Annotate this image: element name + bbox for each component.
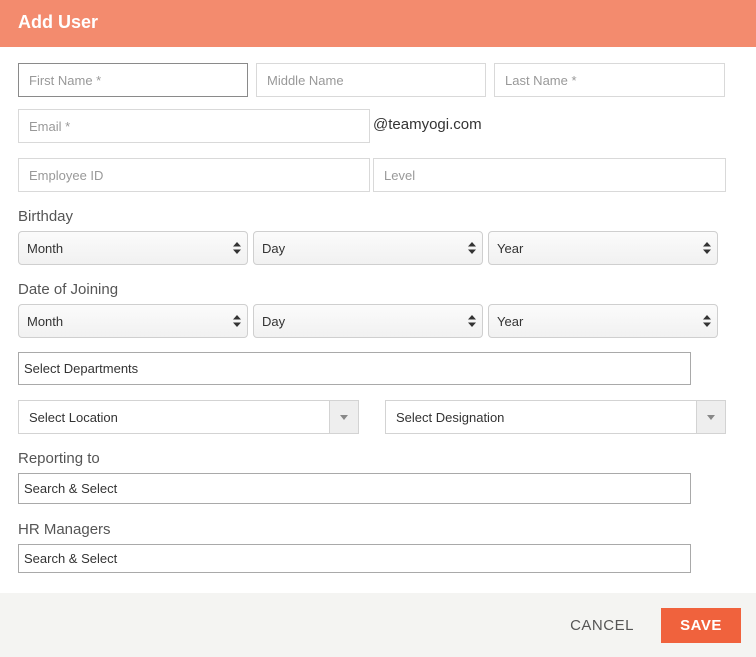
reporting-label: Reporting to [18, 450, 100, 467]
employee-id-placeholder: Employee ID [29, 167, 104, 183]
designation-dropdown-button[interactable] [696, 401, 725, 433]
departments-select[interactable]: Select Departments [18, 352, 691, 385]
level-placeholder: Level [384, 167, 416, 183]
location-placeholder: Select Location [29, 409, 118, 425]
email-domain-suffix: @teamyogi.com [373, 116, 482, 133]
middle-name-placeholder: Middle Name [267, 72, 344, 88]
cancel-button[interactable]: CANCEL [562, 607, 642, 643]
departments-placeholder: Select Departments [24, 361, 139, 376]
select-arrows-icon [468, 315, 476, 327]
joining-year-value: Year [497, 313, 524, 329]
select-arrows-icon [703, 242, 711, 254]
caret-down-icon [707, 414, 715, 420]
reporting-search-select[interactable]: Search & Select [18, 473, 691, 504]
select-arrows-icon [233, 315, 241, 327]
joining-month-select[interactable]: Month [18, 304, 248, 338]
location-select[interactable]: Select Location [18, 400, 359, 434]
birthday-month-value: Month [27, 240, 64, 256]
birthday-day-value: Day [262, 240, 286, 256]
joining-day-value: Day [262, 313, 286, 329]
caret-down-icon [340, 414, 348, 420]
joining-day-select[interactable]: Day [253, 304, 483, 338]
joining-month-value: Month [27, 313, 64, 329]
last-name-field[interactable]: Last Name * [494, 63, 725, 97]
dialog-footer: CANCEL SAVE [0, 593, 756, 657]
select-arrows-icon [233, 242, 241, 254]
hr-managers-placeholder: Search & Select [24, 551, 118, 566]
birthday-label: Birthday [18, 208, 74, 225]
dialog-title: Add User [18, 12, 99, 32]
dialog-header: Add User [0, 0, 756, 47]
birthday-month-select[interactable]: Month [18, 231, 248, 265]
birthday-day-select[interactable]: Day [253, 231, 483, 265]
designation-placeholder: Select Designation [396, 409, 505, 425]
designation-select[interactable]: Select Designation [385, 400, 726, 434]
select-arrows-icon [703, 315, 711, 327]
save-button[interactable]: SAVE [661, 608, 741, 643]
first-name-field[interactable]: First Name * [18, 63, 248, 97]
joining-year-select[interactable]: Year [488, 304, 718, 338]
hr-managers-search-select[interactable]: Search & Select [18, 544, 691, 573]
email-field[interactable]: Email * [18, 109, 370, 143]
first-name-placeholder: First Name * [29, 72, 102, 88]
employee-id-field[interactable]: Employee ID [18, 158, 370, 192]
reporting-placeholder: Search & Select [24, 481, 118, 496]
birthday-year-value: Year [497, 240, 524, 256]
level-field[interactable]: Level [373, 158, 726, 192]
last-name-placeholder: Last Name * [505, 72, 577, 88]
email-placeholder: Email * [29, 118, 71, 134]
birthday-year-select[interactable]: Year [488, 231, 718, 265]
select-arrows-icon [468, 242, 476, 254]
middle-name-field[interactable]: Middle Name [256, 63, 486, 97]
location-dropdown-button[interactable] [329, 401, 358, 433]
joining-label: Date of Joining [18, 281, 119, 298]
hr-managers-label: HR Managers [18, 521, 111, 538]
